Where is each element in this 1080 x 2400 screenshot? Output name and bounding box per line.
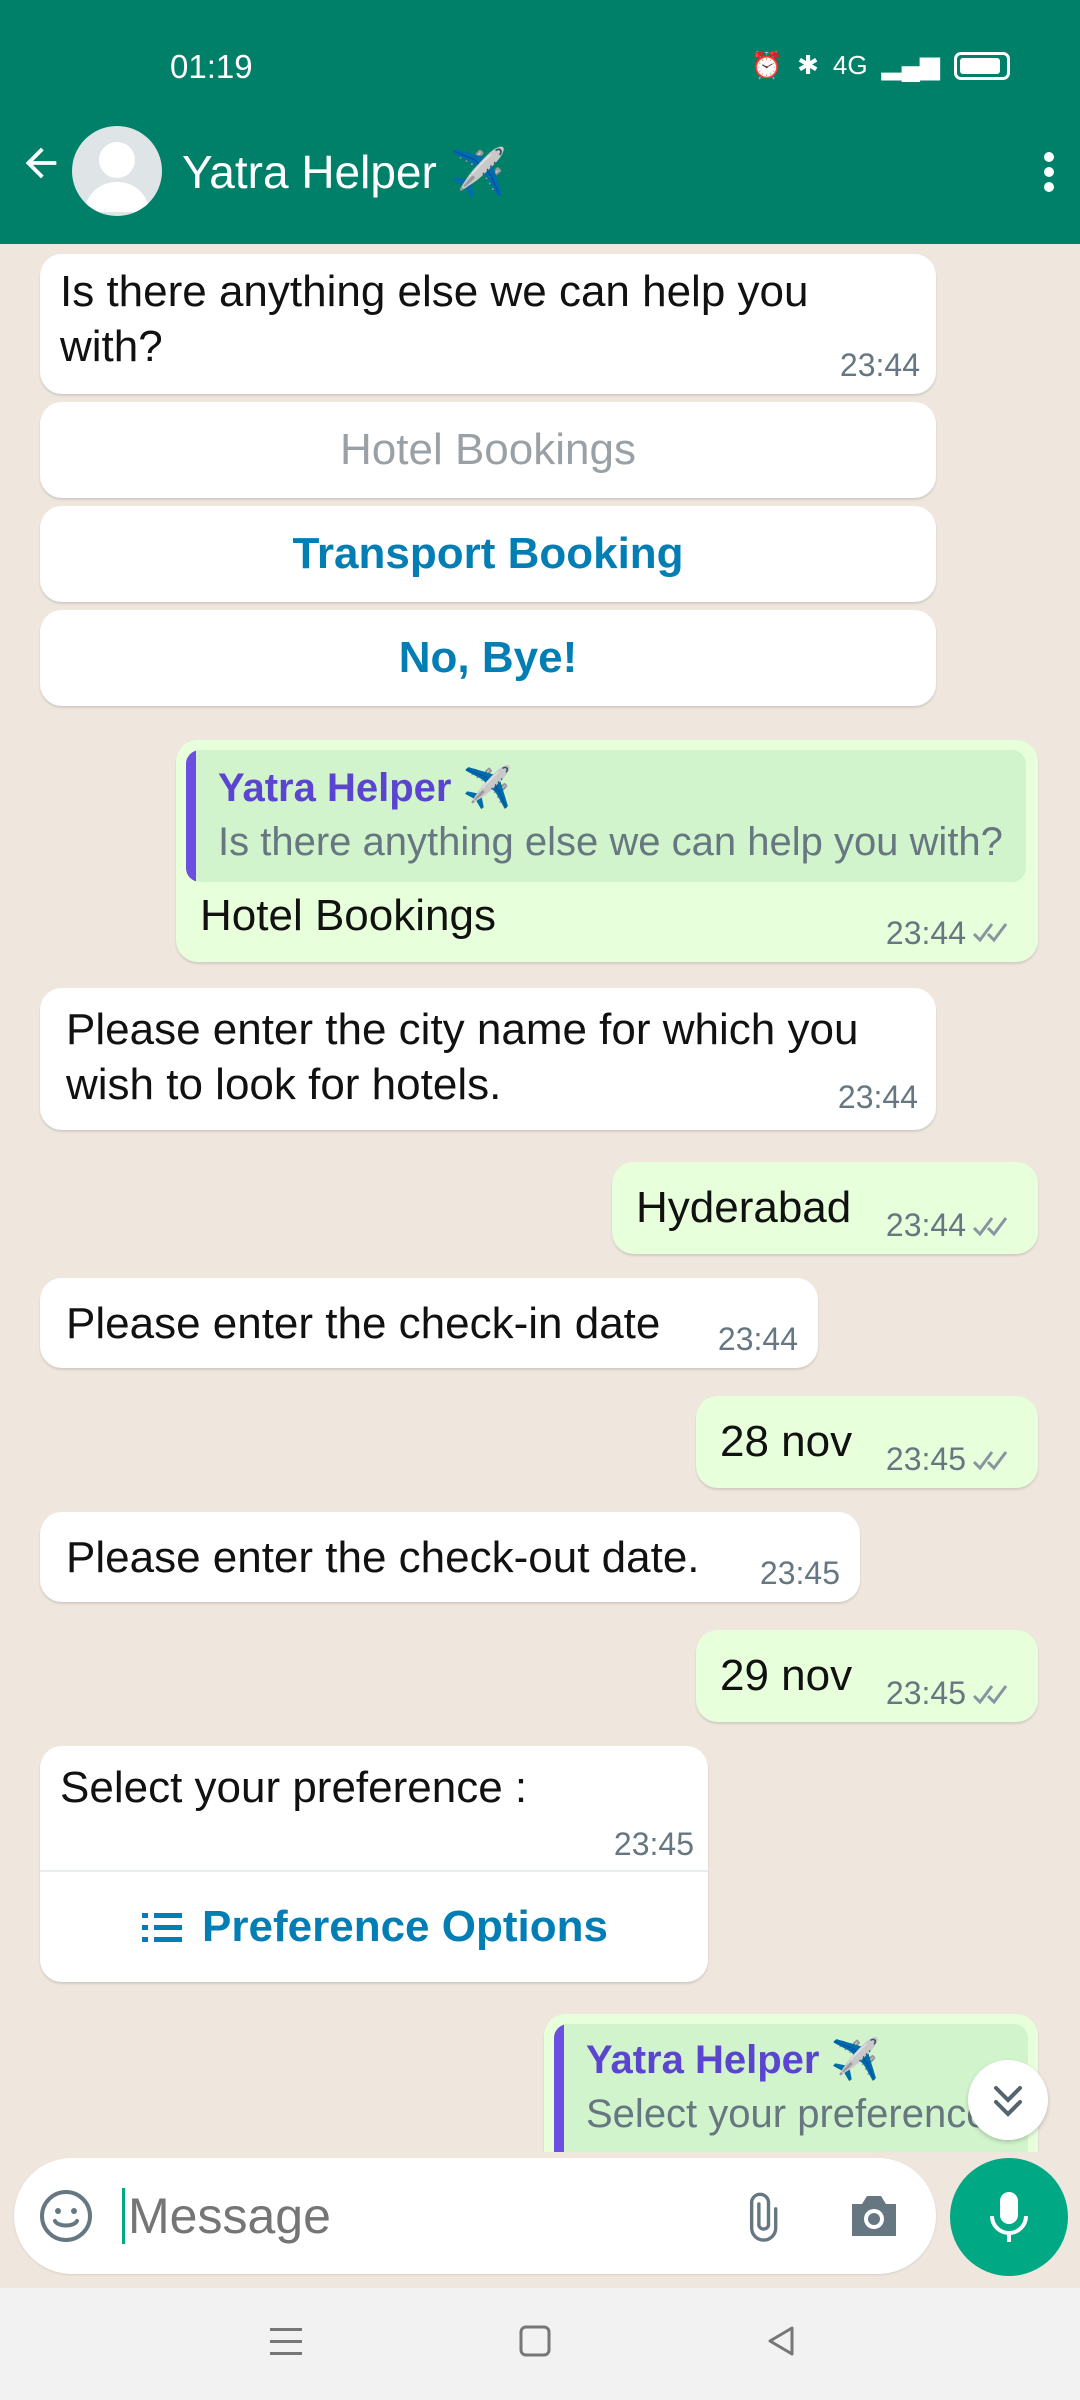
status-time: 01:19 — [170, 48, 253, 85]
quote-bar — [186, 750, 196, 882]
read-ticks-icon — [972, 1685, 1008, 1705]
outgoing-message: Hyderabad 23:44 — [612, 1162, 1038, 1254]
voice-message-button[interactable] — [950, 2158, 1068, 2276]
avatar[interactable] — [72, 126, 162, 216]
outgoing-message: Yatra Helper ✈️ Is there anything else w… — [176, 740, 1038, 962]
signal-icon: ▂▄▆ — [881, 50, 940, 80]
bluetooth-icon: ✱ — [797, 50, 819, 80]
network-label: 4G — [832, 50, 868, 80]
chat-area: Is there anything else we can help you w… — [0, 244, 1080, 2152]
reply-button-no-bye[interactable]: No, Bye! — [40, 610, 936, 706]
recents-icon[interactable] — [268, 2326, 304, 2358]
list-icon — [142, 1913, 183, 1942]
message-text: 29 nov — [720, 1651, 853, 1700]
chat-header: 01:19 ⏰ ✱ 4G ▂▄▆ Yatra Helper ✈️ — [0, 0, 1080, 244]
outgoing-message: Yatra Helper ✈️ Select your preference — [544, 2014, 1038, 2152]
back-arrow-icon[interactable] — [18, 140, 64, 186]
incoming-message: Is there anything else we can help you w… — [40, 254, 936, 394]
message-input[interactable] — [128, 2180, 688, 2252]
incoming-message: Please enter the check-in date 23:44 — [40, 1278, 818, 1368]
message-time: 23:45 — [759, 1555, 840, 1591]
more-options-icon[interactable] — [1034, 148, 1064, 196]
quote-author: Yatra Helper ✈️ — [218, 766, 513, 810]
chat-title[interactable]: Yatra Helper ✈️ — [182, 145, 507, 200]
message-text: Hyderabad — [636, 1183, 852, 1232]
message-time: 23:45 — [613, 1826, 694, 1862]
attachment-icon[interactable] — [732, 2188, 788, 2244]
camera-icon[interactable] — [846, 2190, 902, 2242]
quote-text: Select your preference — [586, 2092, 989, 2136]
outgoing-message: 29 nov 23:45 — [696, 1630, 1038, 1722]
read-ticks-icon — [972, 1451, 1008, 1471]
incoming-message: Select your preference : 23:45 Preferenc… — [40, 1746, 708, 1982]
message-text: Please enter the city name for which you… — [66, 1005, 859, 1109]
message-text: Hotel Bookings — [200, 891, 496, 940]
message-time: 23:44 — [839, 347, 920, 383]
home-icon[interactable] — [518, 2324, 552, 2358]
message-time: 23:45 — [885, 1441, 966, 1477]
quote-text: Is there anything else we can help you w… — [218, 820, 1003, 864]
message-text: Please enter the check-in date — [66, 1299, 661, 1348]
quote-bar — [554, 2024, 564, 2152]
read-ticks-icon — [972, 1217, 1008, 1237]
quoted-message[interactable]: Yatra Helper ✈️ Select your preference — [554, 2024, 1028, 2152]
message-time: 23:44 — [717, 1321, 798, 1357]
message-time: 23:44 — [885, 1207, 966, 1243]
message-time: 23:44 — [837, 1079, 918, 1115]
message-time: 23:45 — [885, 1675, 966, 1711]
reply-button-transport-booking[interactable]: Transport Booking — [40, 506, 936, 602]
microphone-icon — [990, 2192, 1028, 2242]
quote-author: Yatra Helper ✈️ — [586, 2038, 881, 2082]
reply-button-hotel-bookings[interactable]: Hotel Bookings — [40, 402, 936, 498]
read-ticks-icon — [972, 923, 1008, 943]
message-text: Select your preference : — [60, 1763, 528, 1812]
back-nav-icon[interactable] — [764, 2324, 798, 2358]
scroll-to-bottom-button[interactable] — [968, 2060, 1048, 2140]
message-text: 28 nov — [720, 1417, 853, 1466]
alarm-icon: ⏰ — [750, 50, 784, 80]
incoming-message: Please enter the check-out date. 23:45 — [40, 1512, 860, 1602]
status-icons: ⏰ ✱ 4G ▂▄▆ — [751, 50, 1010, 81]
outgoing-message: 28 nov 23:45 — [696, 1396, 1038, 1488]
battery-icon — [954, 51, 1010, 80]
message-text: Please enter the check-out date. — [66, 1533, 700, 1582]
preference-options-label: Preference Options — [202, 1902, 608, 1951]
message-input-bar — [14, 2158, 936, 2274]
system-navigation-bar — [0, 2288, 1080, 2400]
message-time: 23:44 — [885, 915, 966, 951]
double-chevron-down-icon — [994, 2086, 1022, 2117]
quoted-message[interactable]: Yatra Helper ✈️ Is there anything else w… — [186, 750, 1026, 882]
message-text: Is there anything else we can help you w… — [60, 267, 809, 371]
preference-options-button[interactable]: Preference Options — [40, 1870, 708, 1982]
text-cursor — [122, 2188, 125, 2244]
incoming-message: Please enter the city name for which you… — [40, 988, 936, 1130]
emoji-icon[interactable] — [38, 2188, 94, 2244]
